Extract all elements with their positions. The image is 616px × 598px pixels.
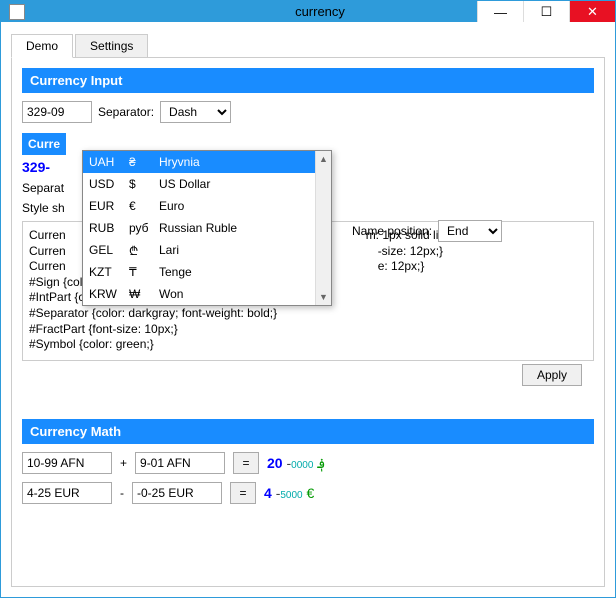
dropdown-scrollbar[interactable]: ▲ ▼	[315, 151, 331, 305]
tab-panel: Currency Input Separator: Dash Curre 329…	[11, 57, 605, 587]
math-b-2[interactable]	[132, 482, 222, 504]
namepos-row: Name position: End	[352, 220, 502, 242]
close-button[interactable]: ✕	[569, 1, 615, 23]
section-currency-math: Currency Math	[22, 419, 594, 444]
app-icon	[9, 4, 25, 20]
namepos-label: Name position:	[352, 224, 432, 238]
dropdown-list: UAH ₴ Hryvnia USD $ US Dollar EUR € Euro	[83, 151, 331, 305]
apply-button[interactable]: Apply	[522, 364, 582, 386]
separator-label: Separator:	[98, 105, 154, 119]
math-a-2[interactable]	[22, 482, 112, 504]
maximize-button[interactable]: ☐	[523, 1, 569, 23]
minimize-button[interactable]: —	[477, 1, 523, 23]
dropdown-item-usd[interactable]: USD $ US Dollar	[83, 173, 331, 195]
scroll-up-icon[interactable]: ▲	[316, 151, 331, 167]
dropdown-item-krw[interactable]: KRW ₩ Won	[83, 283, 331, 305]
dropdown-item-rub[interactable]: RUB руб Russian Ruble	[83, 217, 331, 239]
math-result-1: 20 -0000 ؋	[267, 455, 325, 472]
preview-header: Curre	[22, 133, 66, 155]
math-row-1: + = 20 -0000 ؋	[22, 452, 594, 474]
input-row: Separator: Dash	[22, 101, 594, 123]
dropdown-item-eur[interactable]: EUR € Euro	[83, 195, 331, 217]
equals-button-1[interactable]: =	[233, 452, 259, 474]
equals-button-2[interactable]: =	[230, 482, 256, 504]
math-op-2: -	[120, 486, 124, 500]
tab-settings[interactable]: Settings	[75, 34, 148, 58]
separator-select[interactable]: Dash	[160, 101, 231, 123]
namepos-select[interactable]: End	[438, 220, 502, 242]
scroll-down-icon[interactable]: ▼	[316, 289, 331, 305]
titlebar: currency — ☐ ✕	[1, 1, 615, 22]
window-controls: — ☐ ✕	[477, 1, 615, 23]
dropdown-item-kzt[interactable]: KZT ₸ Tenge	[83, 261, 331, 283]
dropdown-item-uah[interactable]: UAH ₴ Hryvnia	[83, 151, 331, 173]
currency-value-input[interactable]	[22, 101, 92, 123]
app-window: currency — ☐ ✕ Demo Settings Currency In…	[0, 0, 616, 598]
currency-dropdown[interactable]: UAH ₴ Hryvnia USD $ US Dollar EUR € Euro	[82, 150, 332, 306]
client-area: Demo Settings Currency Input Separator: …	[1, 22, 615, 597]
tab-demo[interactable]: Demo	[11, 34, 73, 58]
math-a-1[interactable]	[22, 452, 112, 474]
math-b-1[interactable]	[135, 452, 225, 474]
tabstrip: Demo Settings	[11, 34, 605, 58]
math-op-1: +	[120, 456, 127, 470]
math-row-2: - = 4 -5000 €	[22, 482, 594, 504]
section-currency-input: Currency Input	[22, 68, 594, 93]
math-result-2: 4 -5000 €	[264, 485, 314, 501]
dropdown-item-gel[interactable]: GEL ₾ Lari	[83, 239, 331, 261]
